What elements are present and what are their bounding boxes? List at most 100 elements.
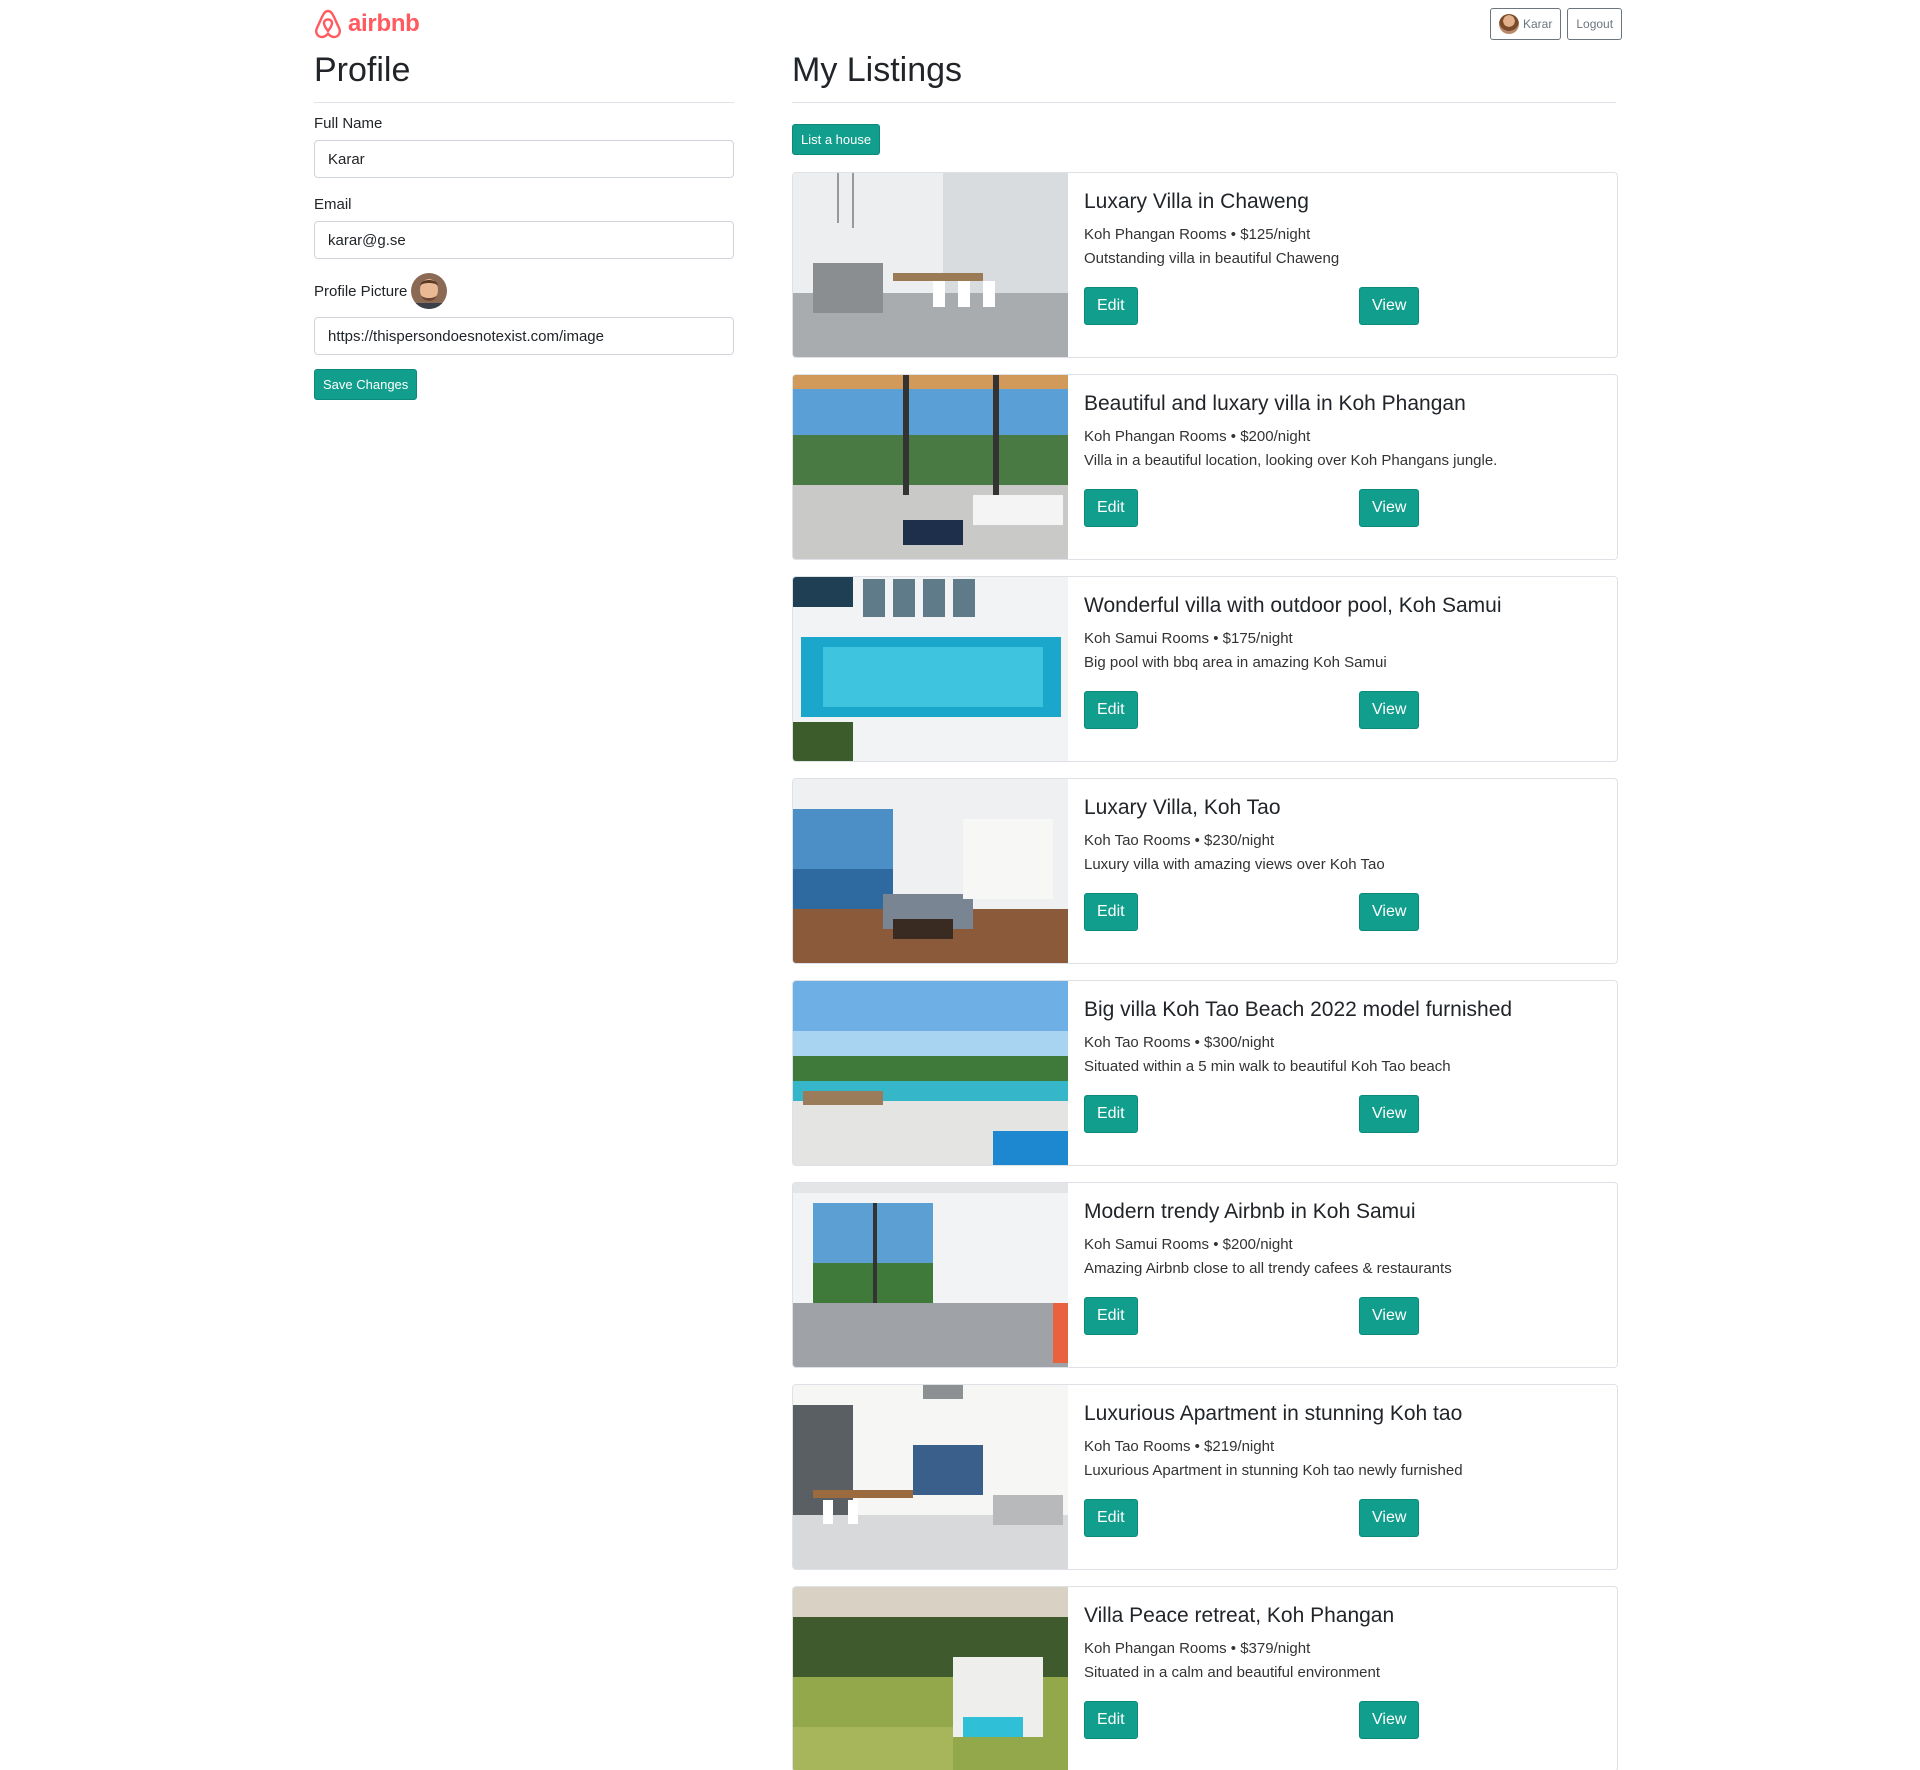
listing-description: Situated in a calm and beautiful environ… (1084, 1664, 1381, 1681)
profile-divider (314, 102, 734, 103)
save-changes-button[interactable]: Save Changes (314, 369, 418, 400)
full-name-label: Full Name (314, 115, 383, 132)
listing-location: Koh Phangan Rooms (1084, 1640, 1227, 1657)
listing-location: Koh Samui Rooms (1084, 630, 1210, 647)
view-listing-button[interactable]: View (1359, 1701, 1420, 1739)
listing-meta: Koh Phangan Rooms • $379/night (1084, 1640, 1311, 1657)
view-listing-button[interactable]: View (1359, 1297, 1420, 1335)
list-a-house-button[interactable]: List a house (792, 124, 881, 155)
listing-card: Beautiful and luxary villa in Koh Phanga… (792, 374, 1618, 560)
email-label: Email (314, 196, 352, 213)
listing-meta: Koh Samui Rooms • $200/night (1084, 1236, 1293, 1253)
listings-panel: My Listings List a house Luxary Villa in… (792, 48, 1618, 1770)
view-listing-button[interactable]: View (1359, 1095, 1420, 1133)
listing-meta: Koh Phangan Rooms • $125/night (1084, 226, 1311, 243)
profile-panel: Profile Full Name Email Profile Picture … (314, 48, 734, 400)
listing-photo[interactable] (793, 173, 1068, 357)
listing-meta: Koh Samui Rooms • $175/night (1084, 630, 1293, 647)
listing-card: Luxary Villa, Koh Tao Koh Tao Rooms • $2… (792, 778, 1618, 964)
listing-price: $300/night (1204, 1034, 1275, 1051)
view-listing-button[interactable]: View (1359, 691, 1420, 729)
airbnb-logo[interactable]: airbnb (314, 8, 420, 40)
listing-title[interactable]: Modern trendy Airbnb in Koh Samui (1084, 1199, 1601, 1225)
listing-meta: Koh Tao Rooms • $300/night (1084, 1034, 1275, 1051)
profile-avatar (411, 273, 448, 309)
listing-price: $230/night (1204, 832, 1275, 849)
email-input[interactable] (314, 221, 734, 259)
edit-listing-button[interactable]: Edit (1084, 287, 1138, 325)
listing-card: Modern trendy Airbnb in Koh Samui Koh Sa… (792, 1182, 1618, 1368)
listing-description: Outstanding villa in beautiful Chaweng (1084, 250, 1340, 267)
listing-photo[interactable] (793, 577, 1068, 761)
listings-title: My Listings (792, 51, 963, 89)
listing-location: Koh Phangan Rooms (1084, 428, 1227, 445)
user-menu-button[interactable]: Karar (1490, 8, 1562, 40)
listing-price: $200/night (1240, 428, 1311, 445)
listing-title[interactable]: Beautiful and luxary villa in Koh Phanga… (1084, 391, 1601, 417)
edit-listing-button[interactable]: Edit (1084, 691, 1138, 729)
listing-description: Big pool with bbq area in amazing Koh Sa… (1084, 654, 1387, 671)
user-avatar-icon (1499, 14, 1519, 34)
edit-listing-button[interactable]: Edit (1084, 1499, 1138, 1537)
listing-title[interactable]: Luxary Villa, Koh Tao (1084, 795, 1601, 821)
listing-title[interactable]: Villa Peace retreat, Koh Phangan (1084, 1603, 1601, 1629)
listing-price: $200/night (1222, 1236, 1293, 1253)
edit-listing-button[interactable]: Edit (1084, 1095, 1138, 1133)
listing-title[interactable]: Big villa Koh Tao Beach 2022 model furni… (1084, 997, 1601, 1023)
profile-picture-url-input[interactable] (314, 317, 734, 355)
view-listing-button[interactable]: View (1359, 1499, 1420, 1537)
edit-listing-button[interactable]: Edit (1084, 1701, 1138, 1739)
edit-listing-button[interactable]: Edit (1084, 489, 1138, 527)
listing-details: Villa Peace retreat, Koh Phangan Koh Pha… (1068, 1587, 1617, 1770)
listing-price: $219/night (1204, 1438, 1275, 1455)
listing-location: Koh Tao Rooms (1084, 1438, 1191, 1455)
listing-details: Beautiful and luxary villa in Koh Phanga… (1068, 375, 1617, 559)
listing-location: Koh Phangan Rooms (1084, 226, 1227, 243)
logout-button[interactable]: Logout (1567, 8, 1623, 40)
listing-photo[interactable] (793, 981, 1068, 1165)
listing-details: Wonderful villa with outdoor pool, Koh S… (1068, 577, 1617, 761)
listing-meta: Koh Tao Rooms • $230/night (1084, 832, 1275, 849)
listing-location: Koh Tao Rooms (1084, 1034, 1191, 1051)
listing-card: Wonderful villa with outdoor pool, Koh S… (792, 576, 1618, 762)
listing-description: Situated within a 5 min walk to beautifu… (1084, 1058, 1451, 1075)
listing-title[interactable]: Wonderful villa with outdoor pool, Koh S… (1084, 593, 1601, 619)
listing-photo[interactable] (793, 779, 1068, 963)
listing-title[interactable]: Luxary Villa in Chaweng (1084, 189, 1601, 215)
profile-title: Profile (314, 51, 411, 89)
listing-details: Big villa Koh Tao Beach 2022 model furni… (1068, 981, 1617, 1165)
listing-price: $125/night (1240, 226, 1311, 243)
listing-photo[interactable] (793, 1587, 1068, 1770)
listing-photo[interactable] (793, 375, 1068, 559)
listing-details: Modern trendy Airbnb in Koh Samui Koh Sa… (1068, 1183, 1617, 1367)
user-controls: Karar Logout (1490, 8, 1623, 40)
listing-card: Villa Peace retreat, Koh Phangan Koh Pha… (792, 1586, 1618, 1770)
listing-details: Luxurious Apartment in stunning Koh tao … (1068, 1385, 1617, 1569)
listing-meta: Koh Tao Rooms • $219/night (1084, 1438, 1275, 1455)
view-listing-button[interactable]: View (1359, 489, 1420, 527)
listings-divider (792, 102, 1616, 103)
listing-description: Luxurious Apartment in stunning Koh tao … (1084, 1462, 1463, 1479)
edit-listing-button[interactable]: Edit (1084, 893, 1138, 931)
listing-photo[interactable] (793, 1183, 1068, 1367)
full-name-input[interactable] (314, 140, 734, 178)
listing-card: Luxary Villa in Chaweng Koh Phangan Room… (792, 172, 1618, 358)
edit-listing-button[interactable]: Edit (1084, 1297, 1138, 1335)
listing-price: $379/night (1240, 1640, 1311, 1657)
profile-picture-row: Profile Picture (314, 273, 734, 309)
listing-card: Luxurious Apartment in stunning Koh tao … (792, 1384, 1618, 1570)
listing-location: Koh Tao Rooms (1084, 832, 1191, 849)
airbnb-logo-icon (315, 9, 341, 39)
listing-description: Amazing Airbnb close to all trendy cafee… (1084, 1260, 1452, 1277)
listing-photo[interactable] (793, 1385, 1068, 1569)
view-listing-button[interactable]: View (1359, 287, 1420, 325)
listing-description: Luxury villa with amazing views over Koh… (1084, 856, 1385, 873)
listing-description: Villa in a beautiful location, looking o… (1084, 452, 1498, 469)
view-listing-button[interactable]: View (1359, 893, 1420, 931)
listing-details: Luxary Villa, Koh Tao Koh Tao Rooms • $2… (1068, 779, 1617, 963)
listing-price: $175/night (1222, 630, 1293, 647)
brand-name: airbnb (348, 10, 420, 37)
listing-title[interactable]: Luxurious Apartment in stunning Koh tao (1084, 1401, 1601, 1427)
listing-meta: Koh Phangan Rooms • $200/night (1084, 428, 1311, 445)
listing-details: Luxary Villa in Chaweng Koh Phangan Room… (1068, 173, 1617, 357)
